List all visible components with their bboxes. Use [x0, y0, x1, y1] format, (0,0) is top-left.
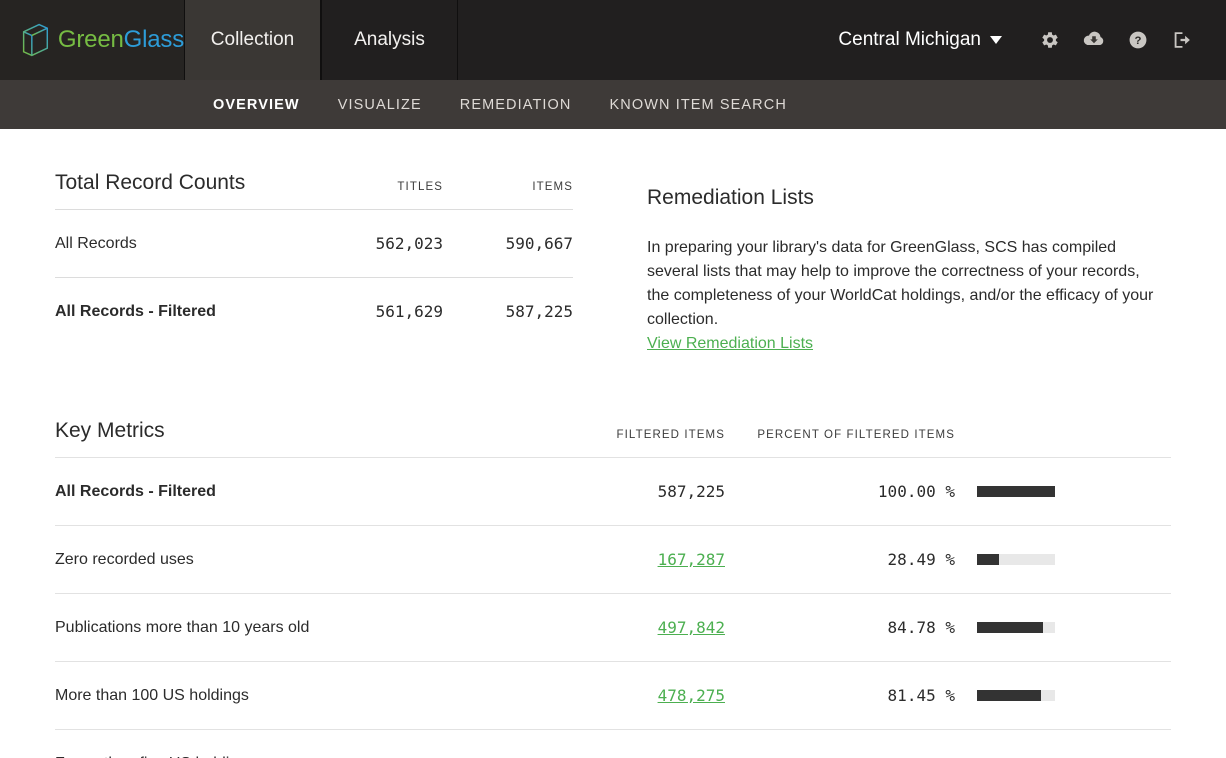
subnav-item-visualize-label: VISUALIZE — [337, 96, 422, 113]
metric-row-percent-value: 28.49 — [887, 550, 936, 569]
metric-row-percent-value: 100.00 — [877, 482, 936, 501]
subnav-item-overview[interactable]: OVERVIEW — [213, 97, 300, 113]
download-button[interactable] — [1072, 18, 1116, 62]
page-content: Total Record Counts TITLES ITEMS All Rec… — [0, 129, 1226, 758]
record-row-titles: 562,023 — [375, 234, 443, 253]
metric-row-label: More than 100 US holdings — [55, 686, 249, 704]
logout-button[interactable] — [1160, 18, 1204, 62]
percent-symbol: % — [945, 482, 955, 501]
record-row-items: 590,667 — [505, 234, 573, 253]
organization-selector[interactable]: Central Michigan — [838, 29, 1002, 51]
subnav-item-visualize[interactable]: VISUALIZE — [338, 97, 422, 113]
help-circle-icon: ? — [1129, 31, 1147, 49]
metric-row-percent: 81.45 % — [725, 686, 977, 705]
header-actions: Central Michigan ? — [838, 0, 1226, 80]
metric-row-label: All Records - Filtered — [55, 482, 216, 500]
brand-logo-area[interactable]: GreenGlass — [0, 0, 184, 80]
metric-row-items-link[interactable]: 478,275 — [658, 686, 725, 705]
metric-row-label: Zero recorded uses — [55, 550, 194, 568]
percent-symbol: % — [945, 550, 955, 569]
subnav-item-overview-label: OVERVIEW — [213, 96, 300, 113]
metric-row-bar — [977, 554, 1171, 565]
record-row-label: All Records — [55, 234, 137, 252]
remediation-lists-panel: Remediation Lists In preparing your libr… — [573, 171, 1171, 353]
metric-row-items: 167,287 — [545, 550, 725, 569]
remediation-lists-title: Remediation Lists — [647, 186, 814, 209]
sub-navigation-bar: OVERVIEW VISUALIZE REMEDIATION KNOWN ITE… — [0, 80, 1226, 129]
brand-name-green: Green — [57, 26, 124, 53]
isometric-book-icon — [22, 23, 49, 57]
metric-row-percent: 84.78 % — [725, 618, 977, 637]
metric-row-percent-value: 81.45 — [887, 686, 936, 705]
column-header-items: ITEMS — [532, 181, 573, 193]
settings-button[interactable] — [1028, 18, 1072, 62]
key-metrics-header: Key Metrics FILTERED ITEMS PERCENT OF FI… — [55, 419, 1171, 457]
help-button[interactable]: ? — [1116, 18, 1160, 62]
table-row: All Records - Filtered 561,629 587,225 — [55, 277, 573, 345]
total-record-counts-panel: Total Record Counts TITLES ITEMS All Rec… — [55, 171, 573, 353]
key-metrics-panel: Key Metrics FILTERED ITEMS PERCENT OF FI… — [55, 353, 1171, 758]
svg-text:?: ? — [1135, 35, 1142, 47]
key-metrics-title: Key Metrics — [55, 419, 165, 442]
total-record-counts-header: Total Record Counts TITLES ITEMS — [55, 171, 573, 209]
bar-track — [977, 486, 1055, 497]
gear-icon — [1042, 32, 1058, 48]
subnav-item-remediation[interactable]: REMEDIATION — [460, 97, 572, 113]
top-header-bar: GreenGlass Collection Analysis Central M… — [0, 0, 1226, 80]
tab-collection-label: Collection — [210, 29, 295, 50]
table-row: More than 100 US holdings 478,275 81.45 … — [55, 661, 1171, 729]
cloud-download-icon — [1083, 31, 1104, 45]
column-header-percent-of-filtered-items: PERCENT OF FILTERED ITEMS — [757, 429, 955, 441]
metric-row-percent-value: 84.78 — [887, 618, 936, 637]
metric-row-bar — [977, 622, 1171, 633]
metric-row-items: 587,225 — [657, 482, 725, 501]
percent-symbol: % — [945, 618, 955, 637]
top-section: Total Record Counts TITLES ITEMS All Rec… — [55, 129, 1171, 353]
brand-name-blue: Glass — [123, 26, 185, 53]
remediation-lists-description: In preparing your library's data for Gre… — [647, 239, 1154, 328]
tab-collection[interactable]: Collection — [184, 0, 321, 80]
subnav-item-known-item-search-label: KNOWN ITEM SEARCH — [609, 96, 787, 113]
bar-fill — [977, 554, 1000, 565]
table-row: All Records 562,023 590,667 — [55, 209, 573, 277]
view-remediation-lists-link[interactable]: View Remediation Lists — [647, 335, 813, 353]
bar-track — [977, 554, 1055, 565]
metric-row-label: Publications more than 10 years old — [55, 618, 310, 636]
table-row: Zero recorded uses 167,287 28.49 % — [55, 525, 1171, 593]
logout-icon — [1174, 32, 1190, 48]
metric-row-bar — [977, 486, 1171, 497]
metric-row-items-link[interactable]: 497,842 — [658, 618, 725, 637]
brand-name: GreenGlass — [58, 26, 184, 54]
metric-row-percent: 28.49 % — [725, 550, 977, 569]
bar-fill — [977, 486, 1055, 497]
percent-symbol: % — [945, 686, 955, 705]
table-row: Publications more than 10 years old 497,… — [55, 593, 1171, 661]
bar-track — [977, 690, 1055, 701]
bar-fill — [977, 690, 1041, 701]
bar-fill — [977, 622, 1044, 633]
tab-analysis-label: Analysis — [354, 29, 425, 50]
record-row-label: All Records - Filtered — [55, 302, 216, 320]
metric-row-items-link[interactable]: 167,287 — [658, 550, 725, 569]
column-header-titles: TITLES — [397, 181, 443, 193]
subnav-item-known-item-search[interactable]: KNOWN ITEM SEARCH — [609, 97, 786, 113]
record-row-titles: 561,629 — [375, 302, 443, 321]
metric-row-percent: 100.00 % — [725, 482, 977, 501]
metric-row-items: 497,842 — [545, 618, 725, 637]
table-row: Fewer than five US holdings — [55, 729, 1171, 758]
subnav-item-remediation-label: REMEDIATION — [459, 96, 572, 113]
metric-row-label: Fewer than five US holdings — [55, 755, 545, 758]
organization-name: Central Michigan — [838, 29, 981, 50]
bar-track — [977, 622, 1055, 633]
metric-row-bar — [977, 690, 1171, 701]
metric-row-items: 478,275 — [545, 686, 725, 705]
tab-analysis[interactable]: Analysis — [321, 0, 458, 80]
total-record-counts-title: Total Record Counts — [55, 171, 246, 194]
table-row: All Records - Filtered 587,225 100.00 % — [55, 457, 1171, 525]
column-header-filtered-items: FILTERED ITEMS — [616, 429, 725, 441]
caret-down-icon — [990, 36, 1002, 44]
record-row-items: 587,225 — [505, 302, 573, 321]
